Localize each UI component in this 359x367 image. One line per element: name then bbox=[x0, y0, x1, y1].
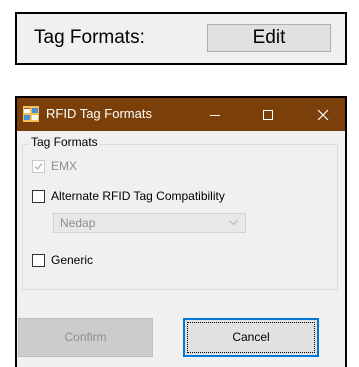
emx-checkbox-row: EMX bbox=[32, 159, 77, 173]
generic-checkbox[interactable] bbox=[32, 253, 45, 267]
compat-select: Nedap bbox=[53, 213, 246, 233]
close-icon bbox=[317, 109, 329, 120]
group-title: Tag Formats bbox=[29, 135, 100, 149]
minimize-button[interactable] bbox=[195, 98, 235, 131]
maximize-icon bbox=[263, 109, 273, 120]
emx-checkbox bbox=[32, 159, 45, 173]
title-bar: RFID Tag Formats bbox=[17, 98, 345, 131]
tag-formats-label: Tag Formats: bbox=[34, 27, 145, 48]
alternate-compat-checkbox[interactable] bbox=[32, 189, 45, 203]
compat-select-value: Nedap bbox=[60, 216, 96, 230]
confirm-button: Confirm bbox=[18, 318, 153, 357]
edit-button[interactable]: Edit bbox=[207, 24, 331, 52]
cancel-button[interactable]: Cancel bbox=[183, 318, 319, 357]
checkmark-icon bbox=[34, 162, 43, 170]
dialog-title: RFID Tag Formats bbox=[46, 106, 152, 121]
generic-checkbox-row[interactable]: Generic bbox=[32, 253, 93, 267]
cancel-label: Cancel bbox=[232, 330, 270, 344]
alternate-compat-label: Alternate RFID Tag Compatibility bbox=[51, 189, 225, 203]
app-icon bbox=[23, 106, 39, 122]
maximize-button[interactable] bbox=[248, 98, 288, 131]
generic-label: Generic bbox=[51, 253, 94, 267]
close-button[interactable] bbox=[303, 98, 343, 131]
tag-formats-row: Tag Formats: Edit bbox=[15, 12, 347, 65]
alternate-compat-checkbox-row[interactable]: Alternate RFID Tag Compatibility bbox=[32, 189, 225, 203]
emx-label: EMX bbox=[51, 159, 78, 173]
minimize-icon bbox=[210, 114, 220, 116]
chevron-down-icon bbox=[229, 220, 238, 226]
